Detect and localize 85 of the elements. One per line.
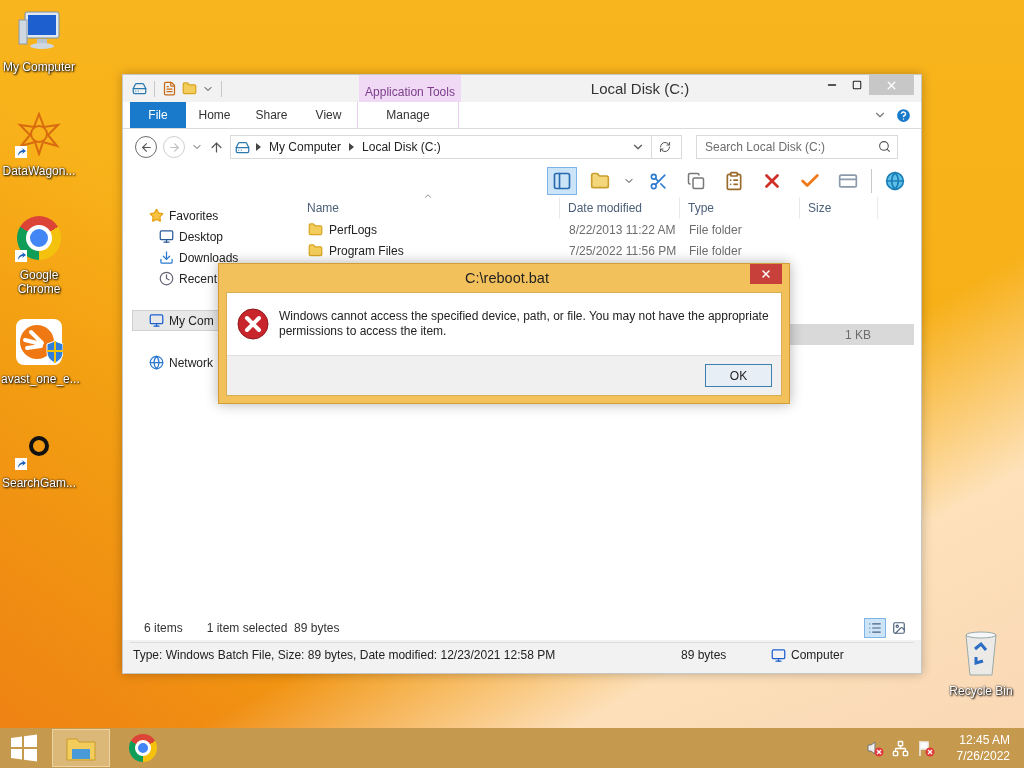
scissors-icon (648, 171, 668, 191)
network-globe-icon (149, 355, 164, 370)
computer-icon (149, 313, 164, 328)
clock-icon (159, 271, 174, 286)
date-cell-text: 8/22/2013 11:22 AM (568, 222, 677, 237)
nav-item[interactable]: Favorites (132, 205, 288, 226)
download-icon (159, 250, 174, 265)
folder-icon (590, 171, 610, 191)
volume-muted-icon[interactable] (865, 739, 884, 757)
search-field[interactable]: Search Local Disk (C:) (696, 135, 898, 159)
windows-logo-icon (10, 734, 38, 762)
file-row[interactable]: Program Files 7/25/2022 11:56 PM File folder (299, 240, 914, 261)
address-bar[interactable]: My Computer Local Disk (C:) (230, 135, 682, 159)
window-title: Local Disk (C:) (589, 80, 691, 97)
file-name: PerfLogs (329, 222, 378, 237)
monitor-icon (159, 229, 174, 244)
search-icon[interactable] (878, 140, 891, 153)
column-header[interactable]: Type (680, 197, 800, 219)
sort-caret-icon (423, 191, 433, 201)
selection-info: 1 item selected 89 bytes (206, 621, 340, 635)
chrome-icon (17, 216, 61, 260)
computer-icon (17, 10, 61, 50)
avast-shield-icon (15, 318, 63, 366)
copy-icon (687, 172, 705, 190)
preview-pane-button[interactable] (547, 167, 577, 195)
folder-icon (308, 243, 323, 258)
folder-icon (66, 735, 96, 761)
drive-icon (235, 139, 250, 155)
clipboard-icon (724, 171, 744, 191)
location-label: Computer (791, 648, 844, 662)
network-icon[interactable] (891, 739, 909, 757)
column-header[interactable]: Size (800, 197, 878, 219)
ribbon-tab[interactable]: Share (243, 102, 300, 128)
star-pattern-icon (17, 112, 61, 156)
nav-item[interactable]: Desktop (132, 226, 288, 247)
ribbon-tab[interactable]: View (300, 102, 357, 128)
file-row[interactable]: PerfLogs 8/22/2013 11:22 AM File folder (299, 219, 914, 240)
up-button[interactable] (209, 139, 224, 155)
properties-icon[interactable] (162, 81, 177, 96)
refresh-icon (658, 141, 671, 153)
file-size: 89 bytes (681, 648, 728, 662)
type-cell-text: File folder (688, 243, 743, 258)
file-details: Type: Windows Batch File, Size: 89 bytes, Date modified: 12/23/2021 12:58 PM (132, 648, 557, 662)
column-header[interactable]: Name (299, 197, 560, 219)
drive-icon (132, 81, 147, 96)
globe-icon (885, 171, 905, 191)
ring-icon (27, 434, 51, 458)
help-icon[interactable] (895, 106, 912, 124)
folder-icon (308, 222, 323, 237)
breadcrumb-arrow-icon[interactable] (256, 143, 261, 151)
maximize-icon (851, 80, 862, 90)
file-name: Program Files (329, 243, 404, 258)
breadcrumb-item[interactable]: My Computer (267, 140, 344, 154)
breadcrumb-arrow-icon[interactable] (349, 143, 355, 151)
context-tab-header: Application Tools (359, 75, 461, 102)
nav-item[interactable]: Downloads (132, 247, 288, 268)
back-arrow-icon (139, 140, 153, 154)
ribbon-tab[interactable]: Home (186, 102, 243, 128)
nav-item[interactable]: Recent (132, 268, 288, 289)
pane-icon (552, 171, 572, 191)
size-cell-text: 1 KB (844, 327, 872, 342)
list-icon (868, 621, 882, 635)
close-icon (760, 268, 772, 280)
dialog-title: C:\reboot.bat (464, 269, 550, 288)
chrome-icon (129, 734, 157, 762)
recycle-bin-icon (963, 631, 999, 677)
details-view-button[interactable] (864, 618, 886, 638)
ribbon-tab[interactable]: Manage (357, 102, 459, 128)
forward-arrow-icon (167, 140, 181, 154)
star-icon (149, 208, 164, 223)
back-button[interactable] (135, 136, 157, 158)
item-count: 6 items (144, 621, 183, 635)
image-icon (892, 621, 906, 635)
breadcrumb-item[interactable]: Local Disk (C:) (360, 140, 443, 154)
error-icon (237, 308, 269, 340)
date-cell-text: 7/25/2022 11:56 PM (568, 243, 678, 258)
ribbon-tab[interactable]: File (130, 102, 186, 128)
nav-item[interactable]: Network (132, 352, 288, 373)
ok-button[interactable]: OK (705, 364, 772, 387)
card-icon (838, 171, 858, 191)
flag-alert-icon[interactable] (916, 739, 935, 757)
type-cell-text: File folder (688, 222, 743, 237)
close-button[interactable] (750, 264, 782, 284)
computer-icon (771, 647, 786, 663)
column-header[interactable]: Date modified (560, 197, 680, 219)
